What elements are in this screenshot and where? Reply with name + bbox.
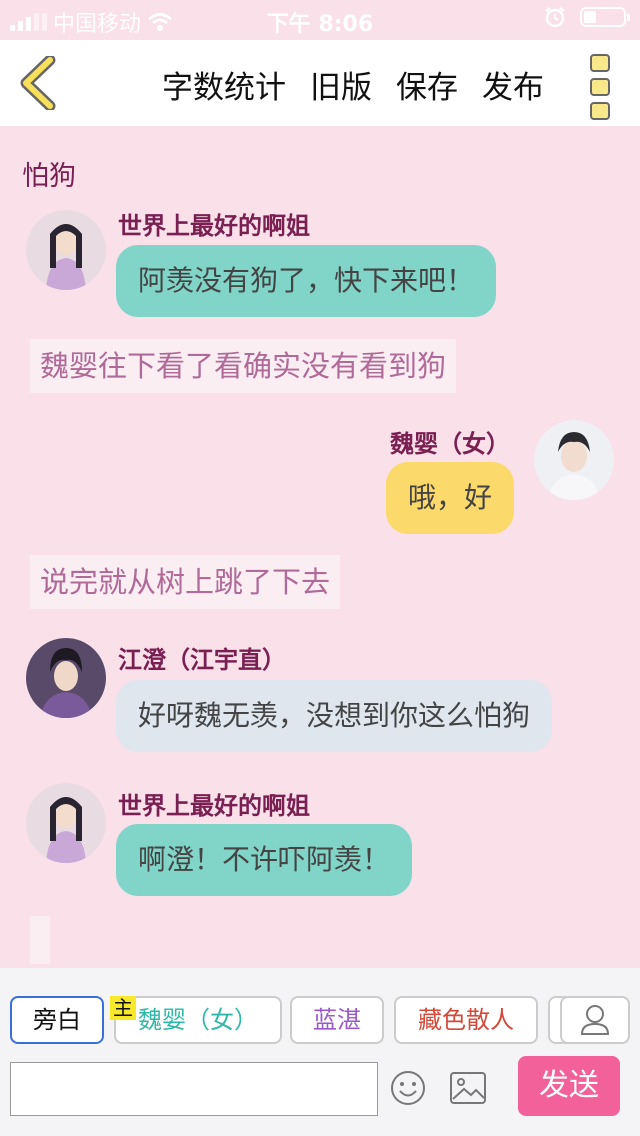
role-chip-weiying[interactable]: 魏婴（女）: [114, 996, 282, 1044]
chat-bubble[interactable]: 哦，好: [386, 462, 515, 534]
role-chip-label: 魏婴（女）: [138, 1006, 258, 1034]
status-bar: 中国移动 下午 8:06: [0, 0, 640, 40]
composer-panel: 旁白 魏婴（女） 主 蓝湛 藏色散人 发送: [0, 968, 640, 1136]
profile-button[interactable]: [560, 996, 630, 1044]
role-chip-lanzhan[interactable]: 蓝湛: [290, 996, 384, 1044]
publish-button[interactable]: 发布: [482, 62, 544, 107]
narration[interactable]: 魏婴往下看了看确实没有看到狗: [30, 339, 457, 393]
narration-cursor-block: [30, 916, 50, 964]
chat-bubble[interactable]: 阿羡没有狗了，快下来吧！: [116, 245, 497, 317]
avatar[interactable]: [26, 638, 106, 718]
role-chip-label: 蓝湛: [313, 1006, 361, 1034]
save-button[interactable]: 保存: [396, 62, 458, 107]
speaker-name: 魏婴（女）: [390, 430, 510, 458]
role-chip-label: 旁白: [33, 1006, 81, 1034]
role-chip-narration[interactable]: 旁白: [10, 996, 104, 1044]
chapter-title: 怕狗: [22, 161, 76, 192]
chat-bubble[interactable]: 啊澄！不许吓阿羡！: [116, 824, 413, 896]
speaker-name: 江澄（江宇直）: [118, 646, 286, 674]
send-button[interactable]: 发送: [518, 1056, 620, 1116]
nav-bar: 字数统计 旧版 保存 发布: [0, 40, 640, 126]
narration[interactable]: 说完就从树上跳了下去: [30, 555, 341, 609]
avatar[interactable]: [534, 420, 614, 500]
role-selector: 旁白 魏婴（女） 主 蓝湛 藏色散人: [0, 968, 640, 1048]
emoji-icon[interactable]: [390, 1070, 426, 1106]
chat-bubble[interactable]: 好呀魏无羡，没想到你这么怕狗: [116, 680, 553, 752]
role-chip-label: 藏色散人: [418, 1006, 514, 1034]
old-version-button[interactable]: 旧版: [310, 62, 372, 107]
image-icon[interactable]: [450, 1072, 486, 1104]
message-input[interactable]: [10, 1062, 378, 1116]
host-badge: 主: [110, 996, 136, 1020]
battery-icon: [580, 7, 630, 27]
user-icon: [580, 1005, 610, 1035]
avatar[interactable]: [26, 783, 106, 863]
more-vertical-icon[interactable]: [590, 54, 612, 120]
role-chip-cangse[interactable]: 藏色散人: [394, 996, 538, 1044]
chat-area[interactable]: 怕狗 世界上最好的啊姐 阿羡没有狗了，快下来吧！ 魏婴往下看了看确实没有看到狗 …: [0, 126, 640, 968]
avatar[interactable]: [26, 210, 106, 290]
alarm-icon: [545, 7, 565, 28]
speaker-name: 世界上最好的啊姐: [118, 212, 310, 240]
word-count-button[interactable]: 字数统计: [162, 62, 286, 107]
speaker-name: 世界上最好的啊姐: [118, 792, 310, 820]
chevron-left-icon[interactable]: [16, 56, 66, 110]
